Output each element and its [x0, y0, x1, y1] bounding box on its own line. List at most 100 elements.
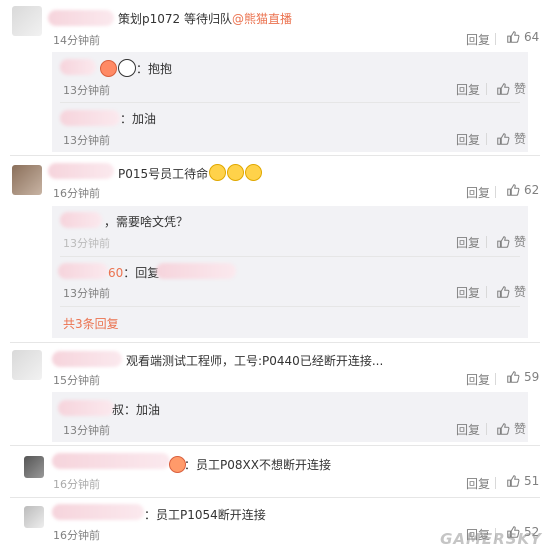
reply-button[interactable]: 回复	[456, 131, 480, 148]
like-count: 62	[524, 183, 540, 197]
username-redacted[interactable]	[60, 212, 102, 228]
divider	[486, 286, 487, 298]
comment-text: ：员工P1054断开连接	[144, 508, 266, 522]
username-redacted[interactable]	[60, 59, 96, 75]
cry-emoji	[227, 164, 245, 181]
reply-prefix: 60	[108, 266, 124, 280]
reply-button[interactable]: 回复	[466, 31, 490, 48]
avatar[interactable]	[12, 165, 42, 195]
thumbs-up-icon	[497, 132, 510, 145]
reply-text: ：抱抱	[136, 62, 173, 76]
cry-emoji	[209, 164, 227, 181]
reply-timestamp: 13分钟前	[63, 424, 110, 437]
divider	[495, 477, 496, 489]
username-redacted[interactable]	[52, 453, 170, 469]
comment-text: P015号员工待命	[118, 164, 263, 182]
reply-button[interactable]: 回复	[456, 421, 480, 438]
divider	[495, 186, 496, 198]
like-button[interactable]: 赞	[496, 283, 526, 300]
comment-timestamp: 16分钟前	[53, 529, 100, 542]
like-button[interactable]: 62	[506, 183, 539, 197]
reply-text: 叔：加油	[112, 403, 161, 417]
username-redacted[interactable]	[58, 263, 108, 279]
comment-timestamp: 15分钟前	[53, 374, 100, 387]
comment-text: 策划p1072 等待归队@熊猫直播	[118, 10, 292, 27]
like-button[interactable]: 51	[506, 474, 539, 488]
thumbs-up-icon	[497, 285, 510, 298]
thumbs-up-icon	[497, 235, 510, 248]
comment-divider	[10, 445, 540, 446]
thumbs-up-icon	[497, 422, 510, 435]
username-redacted[interactable]	[48, 163, 114, 179]
divider	[486, 236, 487, 248]
username-redacted[interactable]	[60, 110, 120, 126]
divider	[495, 373, 496, 385]
comment-text: ：员工P08XX不想断开连接	[184, 458, 331, 472]
comment-divider	[10, 497, 540, 498]
divider	[486, 133, 487, 145]
like-count: 59	[524, 370, 540, 384]
reply-button[interactable]: 回复	[456, 234, 480, 251]
like-button[interactable]: 64	[506, 30, 539, 44]
comment-divider	[10, 342, 540, 343]
thumbs-up-icon	[507, 475, 520, 487]
reply-text: ：加油	[120, 112, 157, 126]
divider	[495, 33, 496, 45]
avatar[interactable]	[24, 456, 44, 478]
thumbs-up-icon	[507, 31, 520, 43]
like-label: 赞	[514, 285, 527, 299]
reply-button[interactable]: 回复	[456, 284, 480, 301]
thumbs-up-icon	[497, 82, 510, 95]
avatar[interactable]	[24, 506, 44, 528]
sticker-emoji	[100, 60, 117, 77]
like-button[interactable]: 赞	[496, 130, 526, 147]
comment-divider	[10, 155, 540, 156]
divider	[486, 83, 487, 95]
mention-redacted[interactable]	[156, 263, 236, 279]
reply-text: 60：回复	[108, 266, 160, 280]
mention-link[interactable]: @熊猫直播	[232, 12, 292, 26]
username-redacted[interactable]	[48, 10, 114, 26]
username-redacted[interactable]	[52, 351, 122, 367]
reply-timestamp: 13分钟前	[63, 287, 110, 300]
thumbs-up-icon	[507, 184, 520, 196]
like-label: 赞	[514, 132, 527, 146]
cry-emoji	[245, 164, 263, 181]
divider	[486, 423, 487, 435]
reply-divider	[60, 306, 520, 307]
comment-text: 观看端测试工程师，工号:P0440已经断开连接...	[126, 354, 384, 368]
reply-timestamp: 13分钟前	[63, 237, 110, 250]
reply-divider	[60, 102, 520, 103]
reply-button[interactable]: 回复	[456, 81, 480, 98]
thumbs-up-icon	[507, 371, 520, 383]
reply-button[interactable]: 回复	[466, 475, 490, 492]
watermark: GAMERSKY	[440, 530, 542, 548]
like-button[interactable]: 59	[506, 370, 539, 384]
like-count: 51	[524, 474, 540, 488]
comment-timestamp: 16分钟前	[53, 478, 100, 491]
reply-timestamp: 13分钟前	[63, 134, 110, 147]
comment-timestamp: 16分钟前	[53, 187, 100, 200]
username-redacted[interactable]	[58, 400, 114, 416]
reply-timestamp: 13分钟前	[63, 84, 110, 97]
like-label: 赞	[514, 422, 527, 436]
comment-body: P015号员工待命	[118, 167, 209, 181]
avatar[interactable]	[12, 6, 42, 36]
comment-timestamp: 14分钟前	[53, 34, 100, 47]
like-label: 赞	[514, 235, 527, 249]
like-count: 64	[524, 30, 540, 44]
comment-body: 策划p1072 等待归队	[118, 12, 232, 26]
reply-button[interactable]: 回复	[466, 184, 490, 201]
reply-divider	[60, 256, 520, 257]
reply-text: ，需要啥文凭？	[104, 215, 189, 229]
like-button[interactable]: 赞	[496, 420, 526, 437]
like-button[interactable]: 赞	[496, 80, 526, 97]
expand-replies-link[interactable]: 共3条回复	[63, 315, 119, 332]
panda-emoji	[118, 59, 136, 77]
like-label: 赞	[514, 82, 527, 96]
reply-button[interactable]: 回复	[466, 371, 490, 388]
like-button[interactable]: 赞	[496, 233, 526, 250]
username-redacted[interactable]	[52, 504, 144, 520]
avatar[interactable]	[12, 350, 42, 380]
comment-feed: 策划p1072 等待归队@熊猫直播 14分钟前 回复 64 ：抱抱 13分钟前 …	[0, 0, 550, 554]
